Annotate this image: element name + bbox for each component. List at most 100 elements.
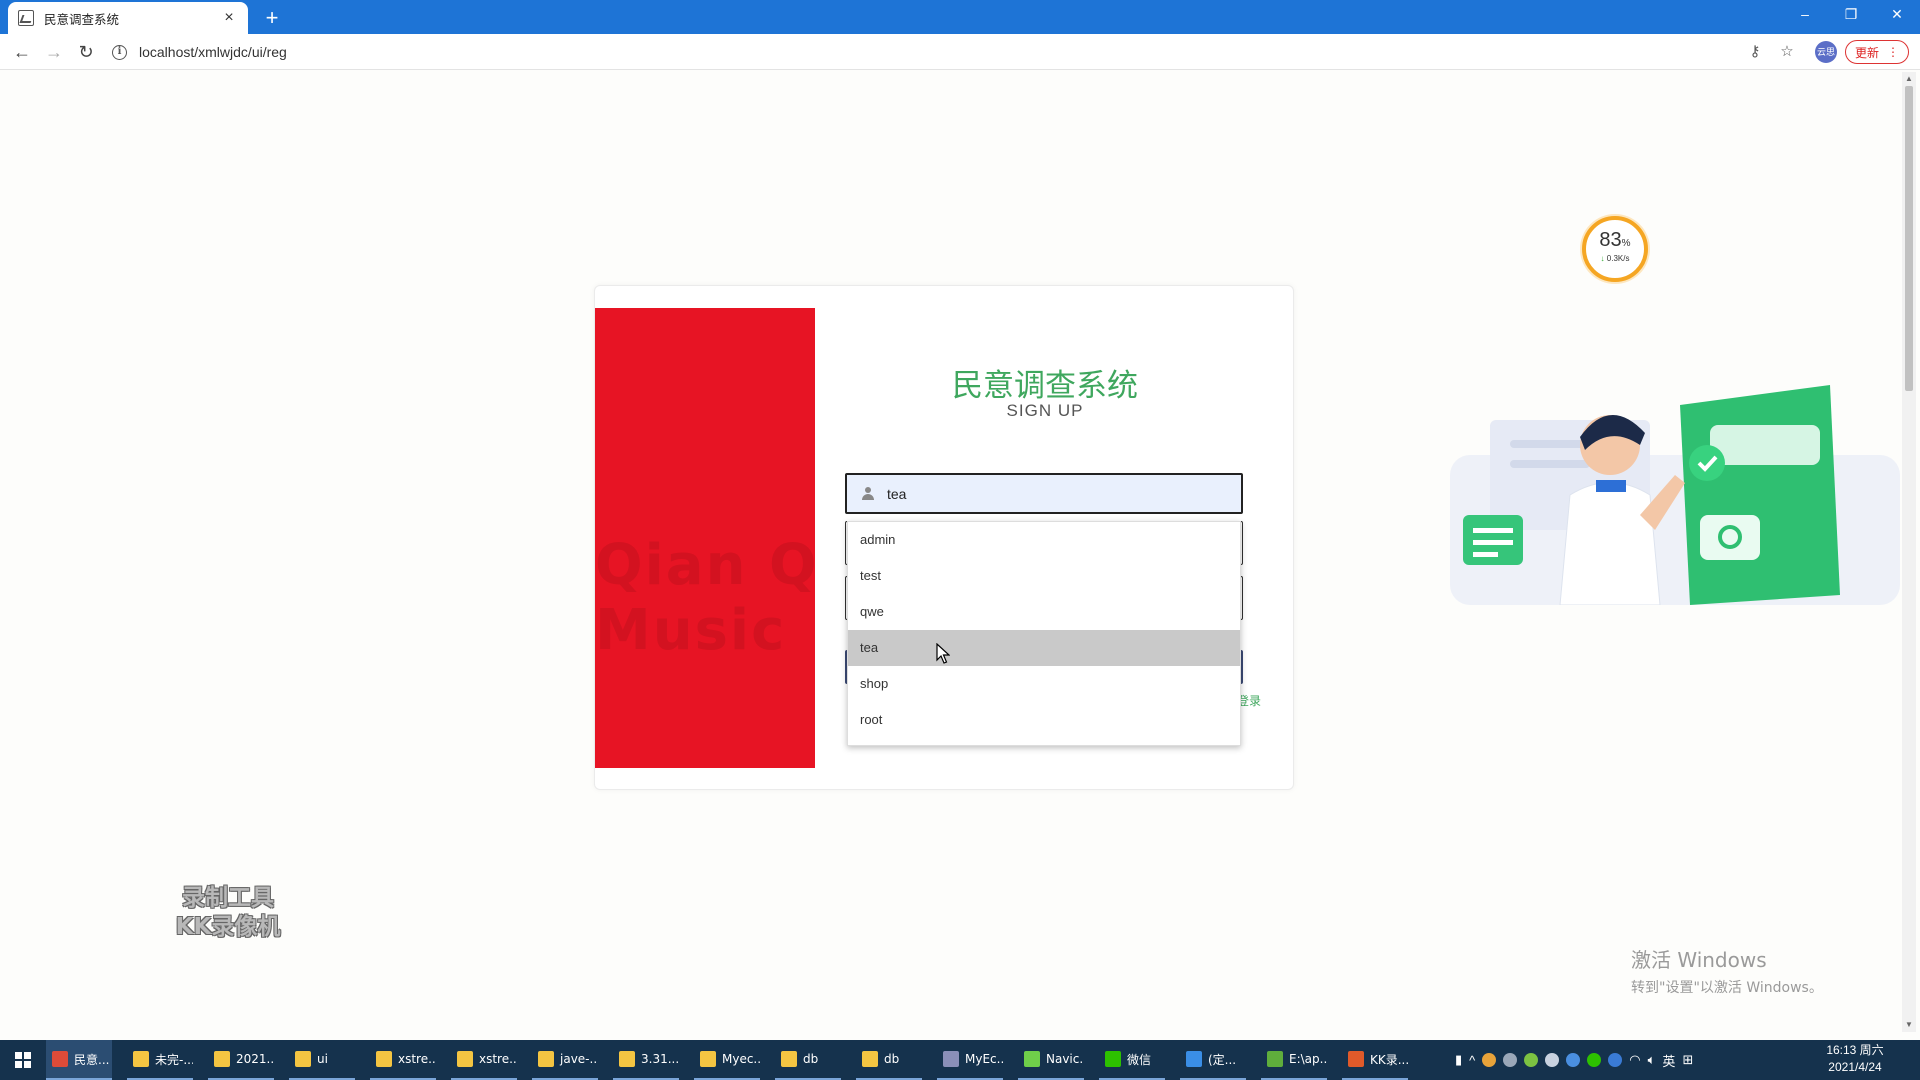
new-tab-button[interactable]: + [258, 4, 286, 32]
folder-icon [133, 1051, 149, 1067]
taskbar-item[interactable]: 未完-... [127, 1040, 193, 1080]
taskbar-item-label: db [884, 1052, 900, 1066]
key-icon[interactable]: ⚷ [1745, 42, 1765, 62]
reload-icon[interactable]: ↻ [74, 40, 98, 64]
username-value[interactable]: tea [887, 486, 906, 502]
taskbar-item-label: 未完-... [155, 1052, 193, 1067]
folder-icon [862, 1051, 878, 1067]
panel-faint-text: Music [595, 598, 787, 663]
kk-recorder-icon [1348, 1051, 1364, 1067]
tray-app-icon[interactable] [1503, 1053, 1518, 1067]
signup-side-panel: Qian Qia Music [595, 308, 815, 768]
wechat-icon [1105, 1051, 1121, 1067]
taskbar-item[interactable]: MyEc... [937, 1040, 1003, 1080]
editor-icon [1267, 1051, 1283, 1067]
tray-app-icon[interactable] [1566, 1053, 1581, 1067]
scroll-thumb[interactable] [1905, 86, 1913, 391]
taskbar-item-label: Myec... [722, 1052, 760, 1066]
browser-titlebar: 民意调查系统 × + – ❐ ✕ [0, 0, 1920, 34]
autocomplete-item-highlighted[interactable]: tea [848, 630, 1240, 666]
forward-arrow-icon[interactable]: → [42, 40, 66, 64]
page-favicon-icon [18, 10, 34, 26]
taskbar-item[interactable]: db [856, 1040, 922, 1080]
kk-recorder-watermark: 录制工具 KK录像机 [160, 884, 296, 942]
network-speed-widget[interactable]: 83% ↓ 0.3K/s [1582, 216, 1648, 282]
autocomplete-item[interactable]: qwe [848, 594, 1240, 630]
net-percent: 83 [1599, 229, 1622, 251]
network-icon[interactable]: ◠ [1629, 1052, 1640, 1068]
profile-avatar[interactable]: 云思 [1815, 41, 1837, 63]
taskbar-item-label: ui [317, 1052, 328, 1066]
update-button[interactable]: 更新 ⋮ [1845, 40, 1909, 64]
taskbar-item[interactable]: (定... [1180, 1040, 1246, 1080]
browser-toolbar: ← → ↻ i localhost/xmlwjdc/ui/reg ⚷ ☆ 云思 … [0, 34, 1920, 70]
close-window-button[interactable]: ✕ [1874, 0, 1920, 30]
bookmark-star-icon[interactable]: ☆ [1777, 42, 1797, 62]
autocomplete-item[interactable]: admin [848, 522, 1240, 558]
taskbar-item-label: E:\ap... [1289, 1052, 1327, 1066]
url-text[interactable]: localhost/xmlwjdc/ui/reg [139, 44, 287, 60]
eclipse-icon [943, 1051, 959, 1067]
form-subtitle: SIGN UP [1006, 401, 1084, 420]
folder-icon [376, 1051, 392, 1067]
clock-time: 16:13 周六 [1826, 1043, 1884, 1057]
autocomplete-item[interactable]: test [848, 558, 1240, 594]
taskbar-item[interactable]: xstre... [370, 1040, 436, 1080]
taskbar-item[interactable]: 2021... [208, 1040, 274, 1080]
tray-app-icon[interactable] [1545, 1053, 1560, 1067]
tab-title: 民意调查系统 [44, 11, 120, 27]
wechat-tray-icon[interactable] [1587, 1053, 1602, 1067]
folder-icon [457, 1051, 473, 1067]
panel-faint-text: Qian Qia [595, 533, 815, 598]
minimize-button[interactable]: – [1782, 0, 1828, 30]
taskbar-item-label: 微信 [1127, 1052, 1152, 1067]
browser-tab[interactable]: 民意调查系统 × [8, 2, 248, 34]
navicat-icon [1024, 1051, 1040, 1067]
restore-button[interactable]: ❐ [1828, 0, 1874, 30]
tray-app-icon[interactable] [1524, 1053, 1539, 1067]
site-info-icon[interactable]: i [112, 44, 127, 60]
vscode-icon [1186, 1051, 1202, 1067]
keyboard-icon[interactable]: ⊞ [1682, 1052, 1693, 1068]
tray-expand-icon[interactable]: ^ [1469, 1053, 1475, 1068]
ime-indicator[interactable]: 英 [1662, 1051, 1675, 1070]
system-tray: ▮ ^ ◠ 🔈︎ 英 ⊞ [1455, 1040, 1693, 1080]
autocomplete-item[interactable]: root [848, 702, 1240, 738]
taskbar-item[interactable]: 微信 [1099, 1040, 1165, 1080]
tab-close-button[interactable]: × [220, 9, 238, 27]
folder-icon [781, 1051, 797, 1067]
taskbar-item[interactable]: KK录... [1342, 1040, 1408, 1080]
folder-icon [700, 1051, 716, 1067]
taskbar-item-label: Navic... [1046, 1052, 1084, 1066]
username-input[interactable]: tea [845, 473, 1243, 514]
battery-icon[interactable]: ▮ [1455, 1052, 1462, 1068]
taskbar-item[interactable]: db [775, 1040, 841, 1080]
taskbar-item[interactable]: ui [289, 1040, 355, 1080]
taskbar-item-label: jave-... [560, 1052, 598, 1066]
scroll-up-icon[interactable]: ▲ [1902, 72, 1916, 86]
taskbar-item[interactable]: 民意... [46, 1040, 112, 1080]
taskbar-item[interactable]: Myec... [694, 1040, 760, 1080]
taskbar-item[interactable]: jave-... [532, 1040, 598, 1080]
net-speed: 0.3K/s [1606, 254, 1630, 263]
tray-app-icon[interactable] [1482, 1053, 1497, 1067]
tray-app-icon[interactable] [1608, 1053, 1623, 1067]
address-bar[interactable]: i localhost/xmlwjdc/ui/reg [112, 39, 1782, 65]
volume-icon[interactable]: 🔈︎ [1648, 1052, 1656, 1068]
activation-subtitle: 转到"设置"以激活 Windows。 [1631, 980, 1823, 996]
taskbar-clock[interactable]: 16:13 周六 2021/4/24 [1820, 1042, 1890, 1076]
taskbar-item-label: 2021... [236, 1052, 274, 1066]
scroll-down-icon[interactable]: ▼ [1902, 1018, 1916, 1032]
taskbar-item[interactable]: 3.31... [613, 1040, 679, 1080]
windows-activation-notice: 激活 Windows 转到"设置"以激活 Windows。 [1631, 944, 1823, 997]
start-button[interactable] [0, 1040, 46, 1080]
mouse-cursor-icon [936, 643, 950, 664]
taskbar-item[interactable]: E:\ap... [1261, 1040, 1327, 1080]
page-scrollbar[interactable]: ▲ ▼ [1902, 72, 1916, 1032]
back-arrow-icon[interactable]: ← [10, 40, 34, 64]
autocomplete-item[interactable]: shop [848, 666, 1240, 702]
taskbar-item-label: (定... [1208, 1052, 1237, 1067]
taskbar-item[interactable]: Navic... [1018, 1040, 1084, 1080]
windows-logo-icon [15, 1052, 31, 1068]
taskbar-item[interactable]: xstre... [451, 1040, 517, 1080]
